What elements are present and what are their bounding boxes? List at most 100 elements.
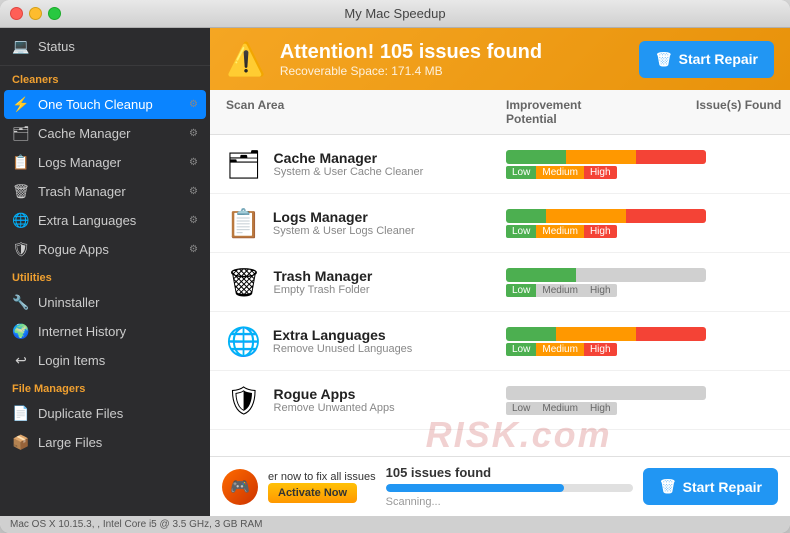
activate-text-block: er now to fix all issues Activate Now [268,471,376,503]
traffic-lights [10,7,61,20]
progress-bar [386,484,633,492]
label-low-langs: Low [506,343,536,356]
table-row: 📋 Logs Manager System & User Logs Cleane… [210,194,790,253]
sidebar-item-logs-manager[interactable]: 📋 Logs Manager ⚙ [0,148,210,177]
table-row: 🗂 Cache Manager System & User Cache Clea… [210,135,790,194]
label-low-logs: Low [506,225,536,238]
row-left-langs: 🌐 Extra Languages Remove Unused Language… [226,325,506,358]
row-name-cache: Cache Manager [274,150,424,166]
spinner-langs: ⚙ [189,215,198,226]
main-wrapper: ⚠️ Attention! 105 issues found Recoverab… [210,28,790,516]
maximize-button[interactable] [48,7,61,20]
window-title: My Mac Speedup [344,6,445,21]
close-button[interactable] [10,7,23,20]
sidebar-label-login-items: Login Items [38,353,105,368]
row-left-rogue: 🛡 Rogue Apps Remove Unwanted Apps [226,384,506,417]
repair-bottom-icon: 🗑 [659,478,677,495]
row-left-cache: 🗂 Cache Manager System & User Cache Clea… [226,148,506,181]
label-medium-logs: Medium [536,225,584,238]
logs-icon: 📋 [12,154,30,171]
sidebar-label-rogue-apps: Rogue Apps [38,242,109,257]
issues-count-langs: 51 issues, 44.2 KB [706,322,790,336]
minimize-button[interactable] [29,7,42,20]
issues-count-logs: 11 issues, 261.4 KB [706,204,790,218]
rogue-icon: 🛡 [12,241,30,258]
sidebar-item-internet-history[interactable]: 🌍 Internet History [0,317,210,346]
label-medium-langs: Medium [536,343,584,356]
activate-badge: 🎮 [222,469,258,505]
history-icon: 🌍 [12,323,30,340]
sidebar-item-one-touch-cleanup[interactable]: ⚡ One Touch Cleanup ⚙ [4,90,206,119]
scan-results-table: Scan Area Improvement Potential Issue(s)… [210,90,790,456]
spinner-one-touch: ⚙ [189,99,198,110]
bottom-center: 105 issues found Scanning... [386,465,633,508]
row-icon-rogue: 🛡 [226,384,262,417]
alert-banner: ⚠️ Attention! 105 issues found Recoverab… [210,28,790,90]
label-high-trash: High [584,284,617,297]
utilities-section-label: Utilities [0,264,210,288]
file-managers-section-label: File Managers [0,375,210,399]
label-high-cache: High [584,166,617,179]
sidebar-item-trash-manager[interactable]: 🗑 Trash Manager ⚙ [0,177,210,206]
repair-top-label: Start Repair [679,51,758,67]
sidebar-label-cache-manager: Cache Manager [38,126,131,141]
spinner-trash: ⚙ [189,186,198,197]
col-header-issues: Issue(s) Found [581,98,781,126]
label-high-rogue: High [584,402,617,415]
sidebar-label-duplicate-files: Duplicate Files [38,406,123,421]
alert-warning-icon: ⚠️ [226,40,266,78]
sidebar-item-status[interactable]: 💻 Status [0,28,210,66]
alert-title: Attention! 105 issues found [280,41,625,64]
activate-now-button[interactable]: Activate Now [268,483,357,503]
issues-count-trash: 1 issues, 5.3 MB [706,263,790,277]
sidebar-label-trash-manager: Trash Manager [38,184,126,199]
spinner-rogue: ⚙ [189,244,198,255]
sidebar-item-login-items[interactable]: ↩ Login Items [0,346,210,375]
status-bar-text: Mac OS X 10.15.3, , Intel Core i5 @ 3.5 … [10,519,262,530]
col-header-improvement: Improvement Potential [506,98,581,126]
alert-subtitle: Recoverable Space: 171.4 MB [280,64,625,78]
row-bar-cache: Low Medium High [506,150,706,179]
table-row: 🛡 Rogue Apps Remove Unwanted Apps [210,371,790,430]
row-name-logs: Logs Manager [273,209,415,225]
sidebar-item-extra-languages[interactable]: 🌐 Extra Languages ⚙ [0,206,210,235]
sidebar-label-internet-history: Internet History [38,324,126,339]
row-sub-rogue: Remove Unwanted Apps [274,402,395,414]
spinner-logs: ⚙ [189,157,198,168]
row-bar-langs: Low Medium High [506,327,706,356]
label-low-trash: Low [506,284,536,297]
row-icon-logs: 📋 [226,207,261,240]
one-touch-icon: ⚡ [12,96,30,113]
row-sub-logs: System & User Logs Cleaner [273,225,415,237]
row-issues-langs: 51 issues, 44.2 KB Details [706,322,790,360]
sidebar-item-uninstaller[interactable]: 🔧 Uninstaller [0,288,210,317]
row-issues-logs: 11 issues, 261.4 KB Details [706,204,790,242]
sidebar-label-logs-manager: Logs Manager [38,155,121,170]
duplicate-icon: 📄 [12,405,30,422]
spinner-cache: ⚙ [189,128,198,139]
row-icon-cache: 🗂 [226,148,262,181]
row-bar-rogue: Low Medium High [506,386,706,415]
repair-bottom-label: Start Repair [683,479,762,495]
start-repair-top-button[interactable]: 🗑 Start Repair [639,41,774,78]
sidebar-item-duplicate-files[interactable]: 📄 Duplicate Files [0,399,210,428]
trash-icon: 🗑 [12,183,30,200]
row-info-logs: Logs Manager System & User Logs Cleaner [273,209,415,237]
row-sub-cache: System & User Cache Cleaner [274,166,424,178]
alert-text-block: Attention! 105 issues found Recoverable … [280,41,625,78]
sidebar-item-cache-manager[interactable]: 🗂 Cache Manager ⚙ [0,119,210,148]
main-content: ⚠️ Attention! 105 issues found Recoverab… [210,28,790,516]
activate-text: er now to fix all issues [268,471,376,483]
title-bar: My Mac Speedup [0,0,790,28]
row-left-trash: 🗑 Trash Manager Empty Trash Folder [226,266,506,299]
row-bar-logs: Low Medium High [506,209,706,238]
start-repair-bottom-button[interactable]: 🗑 Start Repair [643,468,778,505]
label-medium-rogue: Medium [536,402,584,415]
label-low-rogue: Low [506,402,536,415]
large-files-icon: 📦 [12,434,30,451]
sidebar-item-large-files[interactable]: 📦 Large Files [0,428,210,457]
row-name-langs: Extra Languages [273,327,412,343]
sidebar-item-rogue-apps[interactable]: 🛡 Rogue Apps ⚙ [0,235,210,264]
label-medium-cache: Medium [536,166,584,179]
row-name-rogue: Rogue Apps [274,386,395,402]
